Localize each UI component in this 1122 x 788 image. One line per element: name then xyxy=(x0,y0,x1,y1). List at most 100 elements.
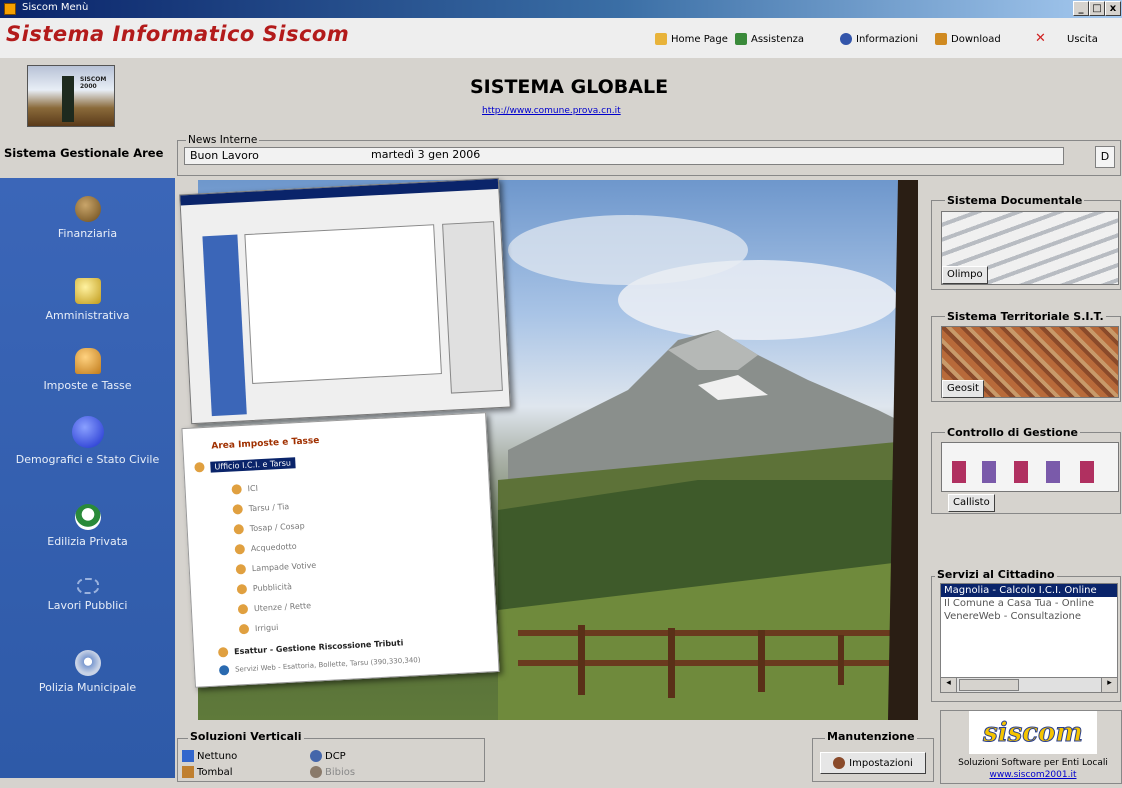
tree-item: Lampade Votive xyxy=(251,560,317,574)
minimize-button[interactable]: _ xyxy=(1073,1,1089,16)
news-date: martedì 3 gen 2006 xyxy=(371,148,481,161)
sidebar-item-amministrativa[interactable]: Amministrativa xyxy=(0,278,175,322)
home-icon xyxy=(655,33,667,45)
municipality-url-link[interactable]: http://www.comune.prova.cn.it xyxy=(482,106,621,116)
sidebar-header: Sistema Gestionale Aree xyxy=(0,144,175,176)
monolith-graphic xyxy=(62,76,74,122)
uscita-label: Uscita xyxy=(1067,33,1098,45)
building-icon xyxy=(74,504,101,530)
scroll-thumb[interactable] xyxy=(959,679,1019,691)
imposte-tree-preview: Area Imposte e Tasse Ufficio I.C.I. e Ta… xyxy=(181,412,500,688)
nettuno-icon xyxy=(182,750,194,762)
tree-item: ICI xyxy=(247,483,259,494)
news-legend: News Interne xyxy=(186,134,260,146)
service-item-venereweb[interactable]: VenereWeb - Consultazione xyxy=(941,610,1117,623)
tree-item: Tarsu / Tia xyxy=(248,502,290,514)
tree-item: Esattur - Gestione Riscossione Tributi xyxy=(233,638,404,657)
window-title: Siscom Menù xyxy=(22,2,89,13)
dcp-label: DCP xyxy=(325,750,346,762)
controllo-legend: Controllo di Gestione xyxy=(945,426,1081,439)
tombal-label: Tombal xyxy=(197,766,233,778)
verticali-legend: Soluzioni Verticali xyxy=(188,730,304,743)
app-title: Sistema Informatico Siscom xyxy=(6,22,350,46)
sidebar-item-lavori-pubblici[interactable]: Lavori Pubblici xyxy=(0,578,175,612)
demographic-icon xyxy=(71,416,104,448)
tree-item: Servizi Web - Esattoria, Bollette, Tarsu… xyxy=(234,655,421,674)
siscom-logo-text: siscom xyxy=(983,717,1084,748)
public-works-icon xyxy=(76,578,99,594)
tree-item: Irrigui xyxy=(254,622,279,634)
close-button[interactable]: x xyxy=(1105,1,1121,16)
sidebar-item-label: Lavori Pubblici xyxy=(47,599,128,612)
uscita-link[interactable]: ✕ Uscita xyxy=(1035,31,1098,47)
scroll-right-icon[interactable]: ▸ xyxy=(1101,678,1117,692)
app-icon xyxy=(4,3,16,15)
home-page-label: Home Page xyxy=(671,33,728,45)
informazioni-link[interactable]: Informazioni xyxy=(840,31,918,47)
download-label: Download xyxy=(951,33,1001,45)
siscom-2000-logo: SISCOM 2000 xyxy=(27,65,115,127)
olimpo-button[interactable]: Olimpo xyxy=(942,266,988,284)
sidebar-item-demografici[interactable]: Demografici e Stato Civile xyxy=(0,416,175,466)
callisto-button[interactable]: Callisto xyxy=(948,494,995,512)
gestione-chart-image xyxy=(941,442,1119,492)
assistenza-label: Assistenza xyxy=(751,33,805,45)
geosit-button[interactable]: Geosit xyxy=(942,380,984,398)
sidebar-item-label: Imposte e Tasse xyxy=(43,379,132,392)
tree-title: Area Imposte e Tasse xyxy=(211,435,320,452)
scroll-left-icon[interactable]: ◂ xyxy=(941,678,957,692)
manutenzione-legend: Manutenzione xyxy=(825,730,917,743)
download-icon xyxy=(935,33,947,45)
servizi-hscrollbar[interactable]: ◂ ▸ xyxy=(940,677,1118,693)
sidebar-item-label: Polizia Municipale xyxy=(38,681,137,694)
news-field: Buon Lavoro xyxy=(184,147,1064,165)
settings-icon xyxy=(833,757,846,769)
app-preview-screenshot xyxy=(179,177,511,425)
informazioni-label: Informazioni xyxy=(856,33,918,45)
sidebar-item-finanziaria[interactable]: Finanziaria xyxy=(0,196,175,240)
nettuno-item[interactable]: Nettuno xyxy=(182,750,237,762)
dcp-item[interactable]: DCP xyxy=(310,750,346,762)
tree-item: Utenze / Rette xyxy=(253,601,312,614)
tree-item: Pubblicità xyxy=(252,582,293,594)
sidebar-item-label: Amministrativa xyxy=(45,309,130,322)
logo-text: SISCOM 2000 xyxy=(80,76,107,90)
taxes-icon xyxy=(74,348,101,374)
siscom-tagline: Soluzioni Software per Enti Locali xyxy=(958,758,1108,768)
territoriale-legend: Sistema Territoriale S.I.T. xyxy=(945,310,1106,323)
siscom-website-link[interactable]: www.siscom2001.it xyxy=(945,770,1121,780)
impostazioni-button[interactable]: Impostazioni xyxy=(820,752,926,774)
home-page-link[interactable]: Home Page xyxy=(655,31,728,47)
finance-icon xyxy=(74,196,101,222)
info-icon xyxy=(840,33,852,45)
sidebar-item-label: Demografici e Stato Civile xyxy=(15,453,160,466)
bibios-icon xyxy=(310,766,322,778)
bibios-label: Bibios xyxy=(325,766,356,778)
sidebar-item-polizia-municipale[interactable]: Polizia Municipale xyxy=(0,650,175,694)
service-item-comune-casa[interactable]: Il Comune a Casa Tua - Online xyxy=(941,597,1117,610)
download-link[interactable]: Download xyxy=(935,31,1001,47)
tree-item: Acquedotto xyxy=(250,541,297,554)
tombal-item[interactable]: Tombal xyxy=(182,766,233,778)
sidebar-item-label: Edilizia Privata xyxy=(47,535,128,548)
sidebar-item-imposte-tasse[interactable]: Imposte e Tasse xyxy=(0,348,175,392)
news-detail-button[interactable]: D xyxy=(1095,146,1115,168)
nettuno-label: Nettuno xyxy=(197,750,238,762)
assistenza-link[interactable]: Assistenza xyxy=(735,31,804,47)
siscom-logo: siscom xyxy=(969,711,1097,754)
admin-icon xyxy=(74,278,101,304)
servizi-legend: Servizi al Cittadino xyxy=(935,568,1057,581)
assistance-icon xyxy=(735,33,747,45)
exit-icon: ✕ xyxy=(1035,31,1046,46)
tree-selected-item: Ufficio I.C.I. e Tarsu xyxy=(210,456,296,473)
tree-item: Tosap / Cosap xyxy=(249,521,305,534)
police-icon xyxy=(74,650,101,676)
bibios-item[interactable]: Bibios xyxy=(310,766,355,778)
sidebar-nav: Finanziaria Amministrativa Imposte e Tas… xyxy=(0,178,175,778)
maximize-button[interactable]: □ xyxy=(1089,1,1105,16)
window-titlebar: Siscom Menù _ □ x xyxy=(0,0,1122,18)
sidebar-item-edilizia-privata[interactable]: Edilizia Privata xyxy=(0,504,175,548)
sidebar-item-label: Finanziaria xyxy=(57,227,118,240)
dcp-icon xyxy=(310,750,322,762)
service-item-magnolia[interactable]: Magnolia - Calcolo I.C.I. Online xyxy=(941,584,1117,597)
